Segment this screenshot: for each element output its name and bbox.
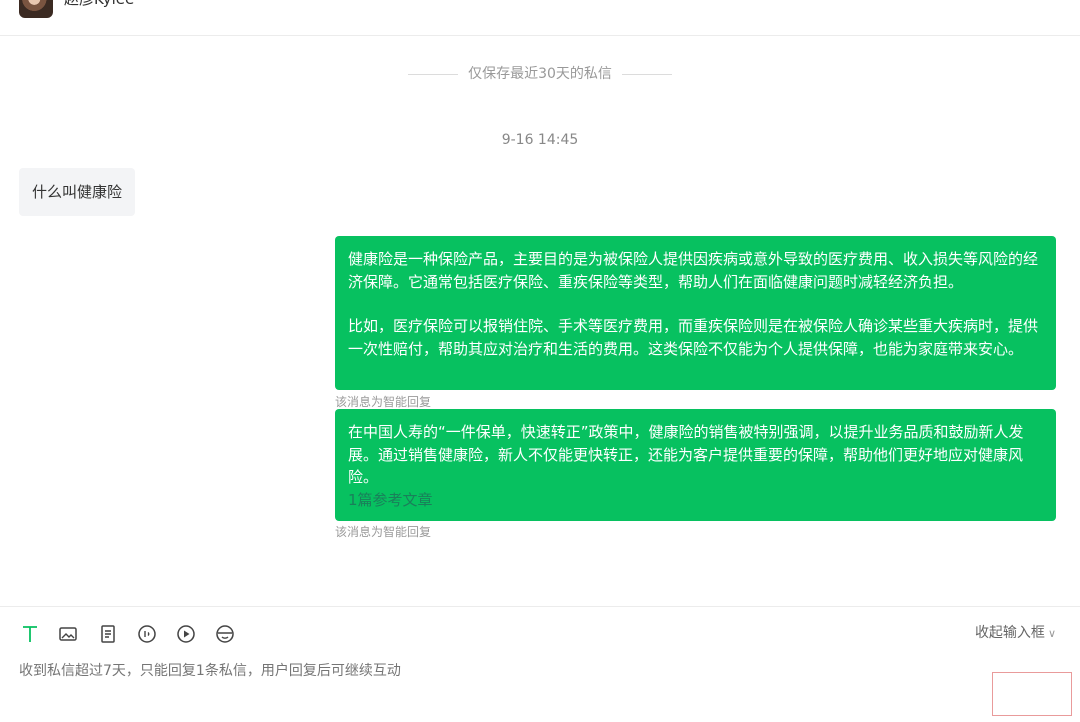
message-input[interactable] [19,661,919,681]
contact-name: 赵彦Kylee [64,0,134,10]
retention-notice: 仅保存最近30天的私信 [0,64,1080,84]
outgoing-message-bubble: 在中国人寿的“一件保单，快速转正”政策中，健康险的销售被特别强调，以提升业务品质… [335,409,1056,521]
incoming-message-bubble: 什么叫健康险 [19,168,136,216]
text-icon[interactable] [19,623,41,645]
smart-reply-note: 该消息为智能回复 [335,525,432,539]
reference-article-link[interactable]: 1篇参考文章 [348,489,1042,512]
document-icon[interactable] [97,623,119,645]
collapse-input-label: 收起输入框 [974,625,1045,641]
audio-icon[interactable] [136,623,158,645]
watermark-logo [992,672,1072,716]
sticker-icon[interactable] [214,623,236,645]
message-paragraph: 健康险是一种保险产品，主要目的是为被保险人提供因疾病或意外导致的医疗费用、收入损… [348,250,1039,291]
outgoing-message-bubble: 健康险是一种保险产品，主要目的是为被保险人提供因疾病或意外导致的医疗费用、收入损… [335,236,1056,390]
divider-left [408,73,459,75]
chat-header: 赵彦Kylee ··· [0,0,1080,36]
avatar[interactable] [19,0,53,18]
message-composer: 收起输入框 ∨ [0,606,1080,722]
video-play-icon[interactable] [175,623,197,645]
divider-right [621,73,672,75]
message-paragraph: 比如，医疗保险可以报销住院、手术等医疗费用，而重疾保险则是在被保险人确诊某些重大… [348,317,1039,358]
chevron-down-icon: ∨ [1047,627,1056,640]
more-horizontal-icon[interactable]: ··· [1036,0,1056,9]
collapse-input-button[interactable]: 收起输入框 ∨ [975,623,1056,644]
retention-notice-text: 仅保存最近30天的私信 [468,66,612,82]
image-icon[interactable] [57,623,79,645]
message-paragraph: 在中国人寿的“一件保单，快速转正”政策中，健康险的销售被特别强调，以提升业务品质… [348,423,1024,486]
smart-reply-note: 该消息为智能回复 [335,395,432,409]
message-timestamp: 9-16 14:45 [501,132,579,148]
